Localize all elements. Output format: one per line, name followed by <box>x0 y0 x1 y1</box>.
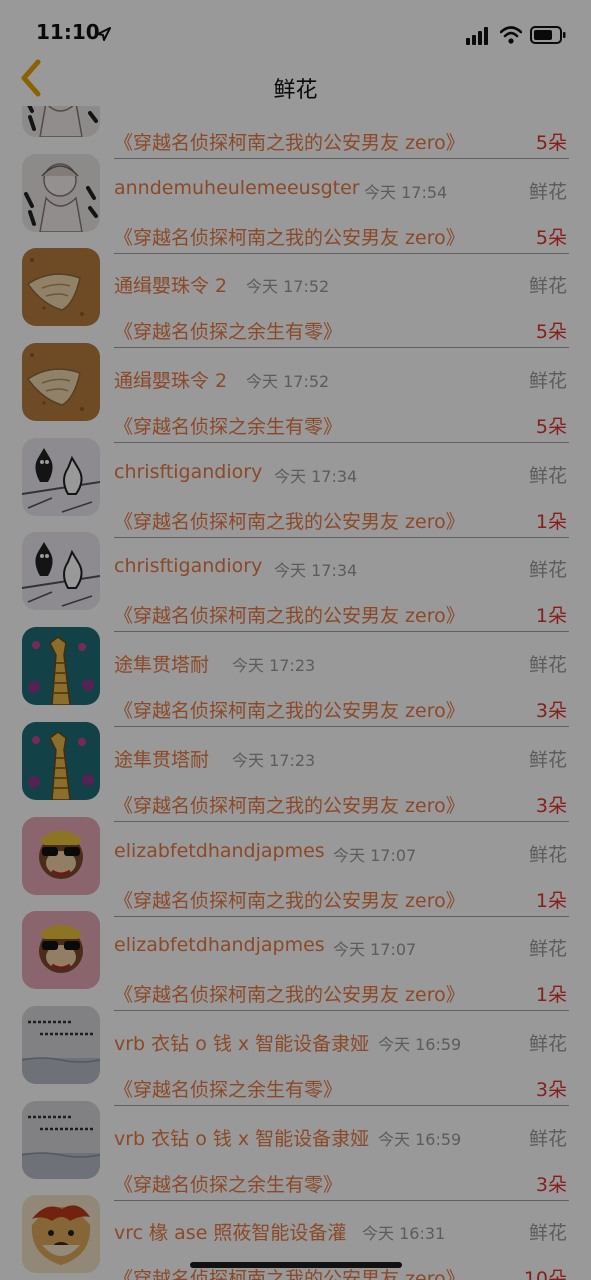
girl-sketch-avatar-image <box>22 153 100 232</box>
list-item[interactable]: chrisftigandiory 今天 17:34 鲜花 《穿越名侦探柯南之我的… <box>0 426 591 538</box>
user-name[interactable]: 途隼贯塔耐 <box>114 650 209 677</box>
nav-bar: 鲜花 <box>0 56 591 106</box>
list-item[interactable]: elizabfetdhandjapmes 今天 17:07 鲜花 《穿越名侦探柯… <box>0 899 591 1012</box>
gift-type: 鲜花 <box>528 1222 567 1245</box>
user-name[interactable]: elizabfetdhandjapmes <box>114 934 325 956</box>
avatar[interactable] <box>22 248 100 327</box>
user-name[interactable]: chrisftigandiory <box>114 555 262 577</box>
timestamp: 今天 17:34 <box>274 466 358 486</box>
wifi-icon <box>500 26 522 44</box>
home-indicator[interactable] <box>190 1262 402 1268</box>
gift-type: 鲜花 <box>528 370 567 393</box>
list-item[interactable]: elizabfetdhandjapmes 今天 17:07 鲜花 《穿越名侦探柯… <box>0 805 591 917</box>
status-time: 11:10 <box>36 20 100 44</box>
avatar[interactable] <box>22 153 100 232</box>
list-item[interactable]: anndemuheulemeeusgter 今天 17:54 鲜花 《穿越名侦探… <box>0 142 591 254</box>
gift-type: 鲜花 <box>528 1127 567 1150</box>
seashell-avatar-image <box>22 248 100 327</box>
flower-count: 10朵 <box>523 1268 567 1280</box>
list-item[interactable]: 通缉嬰珠令 2 今天 17:52 鲜花 《穿越名侦探之余生有零》 5朵 <box>0 236 591 349</box>
seashell-avatar-image <box>22 343 100 422</box>
avatar[interactable] <box>22 343 100 422</box>
avatar[interactable] <box>22 437 100 516</box>
list-item[interactable]: 途隼贯塔耐 今天 17:23 鲜花 《穿越名侦探柯南之我的公安男友 zero》 … <box>0 615 591 728</box>
timestamp: 今天 17:07 <box>333 940 417 960</box>
avatar[interactable] <box>22 721 100 800</box>
timestamp: 今天 17:34 <box>274 561 358 581</box>
avatar[interactable] <box>22 816 100 895</box>
timestamp: 今天 16:31 <box>362 1224 446 1244</box>
gift-type: 鲜花 <box>528 748 567 771</box>
status-bar: 11:10 <box>0 0 591 56</box>
monkey-avatar-image <box>22 816 100 895</box>
gift-type: 鲜花 <box>528 1032 567 1055</box>
user-name[interactable]: vrb 衣钻 o 钱 x 智能设备隶娅 <box>114 1029 369 1056</box>
gift-type: 鲜花 <box>528 938 567 961</box>
user-name[interactable]: 通缉嬰珠令 2 <box>114 366 227 393</box>
user-name[interactable]: vrc 椽 ase 照莜智能设备灌 <box>114 1218 346 1245</box>
giraffe-avatar-image <box>22 627 100 706</box>
text-sea-avatar-image <box>22 1100 100 1179</box>
user-name[interactable]: elizabfetdhandjapmes <box>114 840 325 862</box>
user-name[interactable]: anndemuheulemeeusgter <box>114 177 360 199</box>
gift-type: 鲜花 <box>528 180 567 203</box>
gift-type: 鲜花 <box>528 464 567 487</box>
avatar[interactable] <box>22 1005 100 1084</box>
avatar[interactable] <box>22 532 100 611</box>
list-item[interactable]: 通缉嬰珠令 2 今天 17:52 鲜花 《穿越名侦探之余生有零》 5朵 <box>0 331 591 444</box>
text-sea-avatar-image <box>22 1005 100 1084</box>
battery-icon <box>530 26 566 44</box>
avatar[interactable] <box>22 911 100 990</box>
page-title: 鲜花 <box>273 78 318 103</box>
avatar[interactable] <box>22 627 100 706</box>
timestamp: 今天 17:23 <box>232 656 316 676</box>
list-item[interactable]: vrb 衣钻 o 钱 x 智能设备隶娅 今天 16:59 鲜花 《穿越名侦探之余… <box>0 994 591 1106</box>
timestamp: 今天 16:59 <box>378 1129 462 1149</box>
timestamp: 今天 17:52 <box>246 372 330 392</box>
monkey-avatar-image <box>22 911 100 990</box>
timestamp: 今天 17:54 <box>364 182 448 202</box>
timestamp: 今天 17:23 <box>232 750 316 770</box>
user-name[interactable]: 通缉嬰珠令 2 <box>114 271 227 298</box>
user-name[interactable]: 途隼贯塔耐 <box>114 745 209 772</box>
user-name[interactable]: vrb 衣钻 o 钱 x 智能设备隶娅 <box>114 1124 369 1151</box>
gift-type: 鲜花 <box>528 843 567 866</box>
timestamp: 今天 16:59 <box>378 1034 462 1054</box>
cellular-signal-icon <box>466 27 488 45</box>
avatar[interactable] <box>22 1100 100 1179</box>
cat-sketch-avatar-image <box>22 532 100 611</box>
user-name[interactable]: chrisftigandiory <box>114 461 262 483</box>
timestamp: 今天 17:52 <box>246 277 330 297</box>
list-item[interactable]: vrb 衣钻 o 钱 x 智能设备隶娅 今天 16:59 鲜花 《穿越名侦探之余… <box>0 1089 591 1201</box>
flower-gift-list[interactable]: anndemuheulemeeusgter 今天 17:54 鲜花 《穿越名侦探… <box>0 92 591 1280</box>
doge-avatar-image <box>22 1195 100 1274</box>
gift-type: 鲜花 <box>528 559 567 582</box>
location-arrow-icon <box>97 27 111 41</box>
gift-type: 鲜花 <box>528 654 567 677</box>
list-item[interactable]: 途隼贯塔耐 今天 17:23 鲜花 《穿越名侦探柯南之我的公安男友 zero》 … <box>0 710 591 822</box>
gift-type: 鲜花 <box>528 275 567 298</box>
avatar[interactable] <box>22 1195 100 1274</box>
list-item[interactable]: chrisftigandiory 今天 17:34 鲜花 《穿越名侦探柯南之我的… <box>0 520 591 633</box>
giraffe-avatar-image <box>22 721 100 800</box>
timestamp: 今天 17:07 <box>333 845 417 865</box>
cat-sketch-avatar-image <box>22 437 100 516</box>
